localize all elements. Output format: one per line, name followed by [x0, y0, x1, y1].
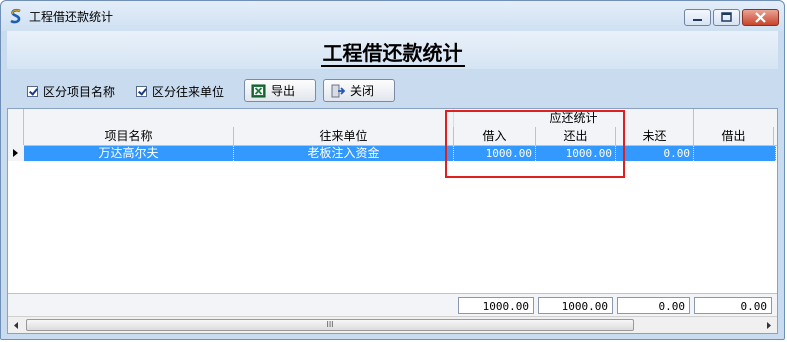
total-lend-out: 0.00 [694, 297, 772, 314]
data-grid[interactable]: 应还统计 项目名称 往来单位 借入 还出 未还 借出 万达高尔夫 老板注入资金 … [7, 108, 778, 334]
toolbar: 区分项目名称 区分往来单位 导出 关闭 [7, 74, 778, 106]
close-button[interactable]: 关闭 [323, 79, 395, 102]
scroll-left-button[interactable] [8, 317, 25, 333]
table-row[interactable]: 万达高尔夫 老板注入资金 1000.00 1000.00 0.00 [24, 146, 776, 161]
col-header-unpaid[interactable]: 未还 [616, 127, 694, 145]
close-icon [755, 12, 766, 23]
col-header-lend-out[interactable]: 借出 [694, 127, 774, 145]
distinguish-project-label: 区分项目名称 [43, 85, 116, 99]
total-repay-out: 1000.00 [538, 297, 613, 314]
distinguish-partner-label: 区分往来单位 [152, 85, 225, 99]
grid-group-header-row: 应还统计 [8, 109, 777, 128]
total-borrow-in: 1000.00 [458, 297, 534, 314]
col-header-project[interactable]: 项目名称 [24, 127, 234, 145]
arrow-right-icon [767, 322, 771, 329]
totals-footer: 1000.00 1000.00 0.00 0.00 [8, 293, 777, 316]
checkbox-checked-icon[interactable] [136, 86, 147, 97]
export-label: 导出 [271, 84, 296, 98]
cell-partner[interactable]: 老板注入资金 [234, 146, 454, 161]
checkbox-checked-icon[interactable] [27, 86, 38, 97]
col-header-borrow-in[interactable]: 借入 [454, 127, 536, 145]
report-title: 工程借还款统计 [320, 41, 465, 67]
minimize-button[interactable] [684, 9, 711, 26]
app-s-icon [10, 8, 21, 24]
distinguish-project-checkbox[interactable]: 区分项目名称 [27, 83, 115, 100]
scroll-right-button[interactable] [760, 317, 777, 333]
arrow-left-icon [14, 322, 18, 329]
horizontal-scrollbar[interactable]: III [8, 316, 777, 333]
export-button[interactable]: 导出 [244, 79, 316, 102]
row-pointer-icon [13, 149, 18, 157]
close-label: 关闭 [350, 84, 375, 98]
maximize-button[interactable] [713, 9, 740, 26]
cell-unpaid[interactable]: 0.00 [616, 146, 694, 161]
cell-project[interactable]: 万达高尔夫 [24, 146, 234, 161]
group-header-empty [24, 109, 454, 127]
client-area: 工程借还款统计 区分项目名称 区分往来单位 导出 关闭 应还统计 项目名称 往来… [7, 31, 778, 334]
cell-borrow-in[interactable]: 1000.00 [454, 146, 536, 161]
window-title: 工程借还款统计 [29, 10, 114, 24]
report-title-area: 工程借还款统计 [7, 31, 778, 69]
grid-column-header-row: 项目名称 往来单位 借入 还出 未还 借出 [8, 127, 777, 146]
col-header-repay-out[interactable]: 还出 [536, 127, 616, 145]
maximize-icon [721, 12, 732, 22]
close-window-button[interactable] [742, 9, 779, 26]
minimize-icon [693, 19, 702, 21]
title-bar[interactable]: 工程借还款统计 [1, 1, 784, 31]
col-header-partner[interactable]: 往来单位 [234, 127, 454, 145]
total-unpaid: 0.00 [617, 297, 690, 314]
excel-icon [251, 84, 266, 97]
cell-repay-out[interactable]: 1000.00 [536, 146, 616, 161]
distinguish-partner-checkbox[interactable]: 区分往来单位 [136, 83, 224, 100]
row-header-blank [8, 127, 24, 145]
main-window: 工程借还款统计 工程借还款统计 区分项目名称 区分往来单位 导出 关闭 应还统计… [0, 0, 785, 340]
cell-lend-out[interactable] [694, 146, 776, 161]
group-header-due: 应还统计 [454, 109, 694, 127]
exit-door-icon [331, 84, 346, 97]
scrollbar-thumb[interactable]: III [26, 319, 634, 331]
corner-cell [8, 109, 24, 127]
row-indicator [8, 145, 25, 161]
